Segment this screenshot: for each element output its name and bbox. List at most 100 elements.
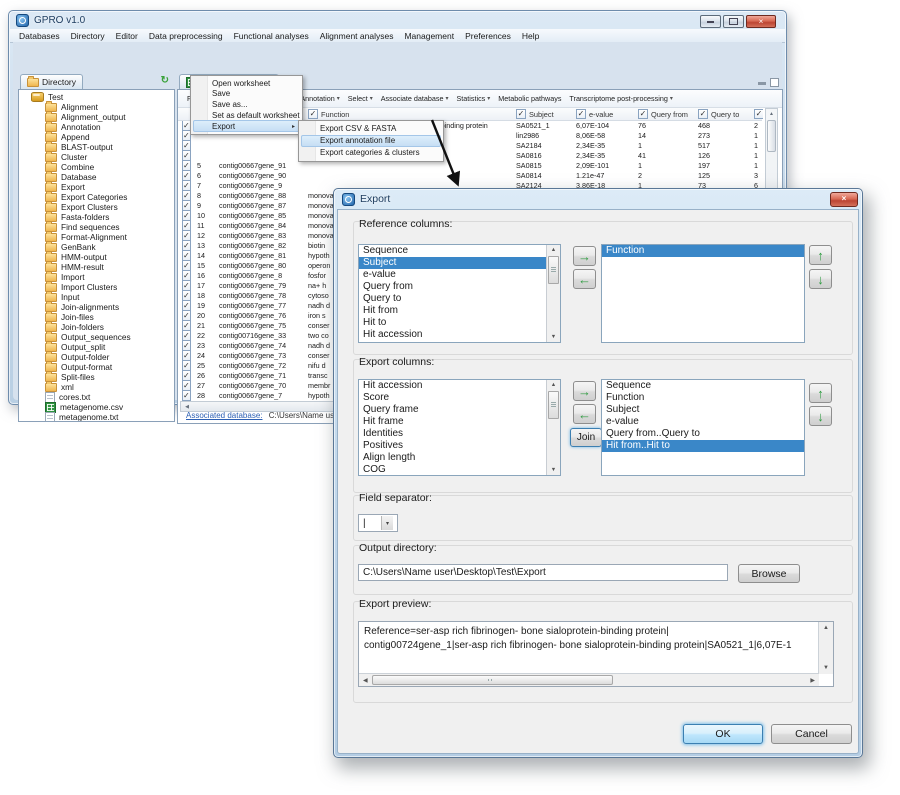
scrollbar-thumb[interactable]: [548, 391, 559, 419]
toolbar-item-annotation[interactable]: Annotation▾: [300, 94, 339, 103]
list-item-e-value[interactable]: e-value: [359, 269, 547, 281]
row-checkbox[interactable]: ✓: [182, 291, 195, 301]
tree-item-alignment-output[interactable]: Alignment_output: [19, 112, 174, 122]
list-item-sequence[interactable]: Sequence: [602, 380, 804, 392]
chevron-down-icon[interactable]: ▾: [381, 516, 393, 530]
row-checkbox[interactable]: ✓: [182, 171, 195, 181]
ok-button[interactable]: OK: [683, 724, 763, 744]
checkbox-icon[interactable]: ✓: [182, 371, 191, 381]
dialog-close-button[interactable]: ×: [830, 192, 858, 207]
checkbox-icon[interactable]: ✓: [638, 109, 648, 119]
row-checkbox[interactable]: ✓: [182, 231, 195, 241]
row-checkbox[interactable]: ✓: [182, 161, 195, 171]
menu-item-export-annotation-file[interactable]: Export annotation file: [301, 135, 441, 148]
checkbox-icon[interactable]: ✓: [182, 351, 191, 361]
reference-chosen-list[interactable]: Function: [601, 244, 805, 343]
checkbox-icon[interactable]: ✓: [182, 381, 191, 391]
tree-item-find-sequences[interactable]: Find sequences: [19, 222, 174, 232]
list-item-hit-from[interactable]: Hit from: [359, 305, 547, 317]
checkbox-icon[interactable]: ✓: [182, 181, 191, 191]
tree-item-import[interactable]: Import: [19, 272, 174, 282]
tab-directory[interactable]: Directory: [20, 74, 83, 89]
tree-item-hmm-result[interactable]: HMM-result: [19, 262, 174, 272]
scroll-down-icon[interactable]: ▼: [819, 665, 833, 671]
refresh-icon[interactable]: ↻: [161, 75, 169, 86]
scroll-up-icon[interactable]: ▲: [547, 382, 560, 388]
output-directory-input[interactable]: [358, 564, 728, 581]
checkbox-icon[interactable]: ✓: [182, 271, 191, 281]
tree-item-database[interactable]: Database: [19, 172, 174, 182]
row-checkbox[interactable]: ✓: [182, 211, 195, 221]
checkbox-icon[interactable]: ✓: [516, 109, 526, 119]
tree-item-alignment[interactable]: Alignment: [19, 102, 174, 112]
menu-item-open-worksheet[interactable]: Open worksheet: [192, 78, 301, 89]
list-item-align-length[interactable]: Align length: [359, 452, 547, 464]
list-item-query-from-query-to[interactable]: Query from..Query to: [602, 428, 804, 440]
tree-item-output-format[interactable]: Output-format: [19, 362, 174, 372]
row-checkbox[interactable]: ✓: [182, 381, 195, 391]
checkbox-icon[interactable]: ✓: [182, 301, 191, 311]
checkbox-icon[interactable]: ✓: [182, 281, 191, 291]
list-item-subject[interactable]: Subject: [602, 404, 804, 416]
tree-item-genbank[interactable]: GenBank: [19, 242, 174, 252]
tree-item-input[interactable]: Input: [19, 292, 174, 302]
row-checkbox[interactable]: ✓: [182, 271, 195, 281]
checkbox-icon[interactable]: ✓: [182, 391, 191, 401]
tree-item-fasta-folders[interactable]: Fasta-folders: [19, 212, 174, 222]
export-preview-box[interactable]: Reference=ser-asp rich fibrinogen- bone …: [358, 621, 834, 687]
menubar-item-databases[interactable]: Databases: [19, 31, 60, 41]
row-checkbox[interactable]: ✓: [182, 201, 195, 211]
checkbox-icon[interactable]: ✓: [576, 109, 586, 119]
checkbox-icon[interactable]: ✓: [182, 171, 191, 181]
tree-item-output-folder[interactable]: Output-folder: [19, 352, 174, 362]
menubar-item-management[interactable]: Management: [404, 31, 454, 41]
tree-item-metagenome-txt[interactable]: metagenome.txt: [19, 412, 174, 421]
toolbar-item-associate-database[interactable]: Associate database▾: [381, 94, 449, 103]
row-checkbox[interactable]: ✓: [182, 331, 195, 341]
column-header-query-from[interactable]: ✓Query from: [638, 108, 696, 120]
row-checkbox[interactable]: ✓: [182, 281, 195, 291]
join-button[interactable]: Join: [570, 428, 602, 447]
field-separator-select[interactable]: | ▾: [358, 514, 398, 532]
checkbox-icon[interactable]: ✓: [182, 341, 191, 351]
toolbar-item-metabolic-pathways[interactable]: Metabolic pathways: [498, 94, 561, 103]
export-chosen-list[interactable]: SequenceFunctionSubjecte-valueQuery from…: [601, 379, 805, 476]
tree-item-export[interactable]: Export: [19, 182, 174, 192]
scrollbar-thumb[interactable]: [767, 120, 776, 152]
scroll-up-icon[interactable]: ▲: [766, 111, 777, 117]
checkbox-icon[interactable]: ✓: [754, 109, 763, 119]
menu-item-set-as-default-worksheet[interactable]: Set as default worksheet: [192, 110, 301, 121]
list-item-hit-from-hit-to[interactable]: Hit from..Hit to: [602, 440, 804, 452]
row-checkbox[interactable]: ✓: [182, 221, 195, 231]
tree-item-annotation[interactable]: Annotation: [19, 122, 174, 132]
maximize-view-icon[interactable]: [770, 78, 779, 87]
menu-item-save-as[interactable]: Save as...: [192, 99, 301, 110]
list-item-sequence[interactable]: Sequence: [359, 245, 547, 257]
checkbox-icon[interactable]: ✓: [698, 109, 708, 119]
menu-item-export-categories-clusters[interactable]: Export categories & clusters: [300, 147, 442, 159]
checkbox-icon[interactable]: ✓: [308, 109, 318, 119]
scroll-right-icon[interactable]: ▶: [810, 677, 815, 684]
minimize-view-icon[interactable]: [758, 82, 766, 85]
scroll-left-icon[interactable]: ◀: [184, 404, 190, 410]
list-item-function[interactable]: Function: [602, 245, 804, 257]
row-checkbox[interactable]: ✓: [182, 191, 195, 201]
menubar-item-directory[interactable]: Directory: [71, 31, 105, 41]
tree-item-blast-output[interactable]: BLAST-output: [19, 142, 174, 152]
scroll-up-icon[interactable]: ▲: [547, 247, 560, 253]
list-scrollbar[interactable]: ▲ ▼: [546, 245, 560, 342]
export-remove-button[interactable]: ←: [573, 404, 596, 424]
list-item-score[interactable]: Score: [359, 392, 547, 404]
titlebar[interactable]: GPRO v1.0: [9, 11, 786, 29]
row-checkbox[interactable]: ✓: [182, 141, 195, 151]
row-checkbox[interactable]: ✓: [182, 341, 195, 351]
list-item-hit-to[interactable]: Hit to: [359, 317, 547, 329]
tree-item-output-sequences[interactable]: Output_sequences: [19, 332, 174, 342]
list-item-query-from[interactable]: Query from: [359, 281, 547, 293]
tree-item-join-folders[interactable]: Join-folders: [19, 322, 174, 332]
list-item-function[interactable]: Function: [602, 392, 804, 404]
checkbox-icon[interactable]: ✓: [182, 241, 191, 251]
list-item-identities[interactable]: Identities: [359, 428, 547, 440]
list-item-cog[interactable]: COG: [359, 464, 547, 476]
export-available-list[interactable]: Hit accessionScoreQuery frameHit frameId…: [358, 379, 561, 476]
